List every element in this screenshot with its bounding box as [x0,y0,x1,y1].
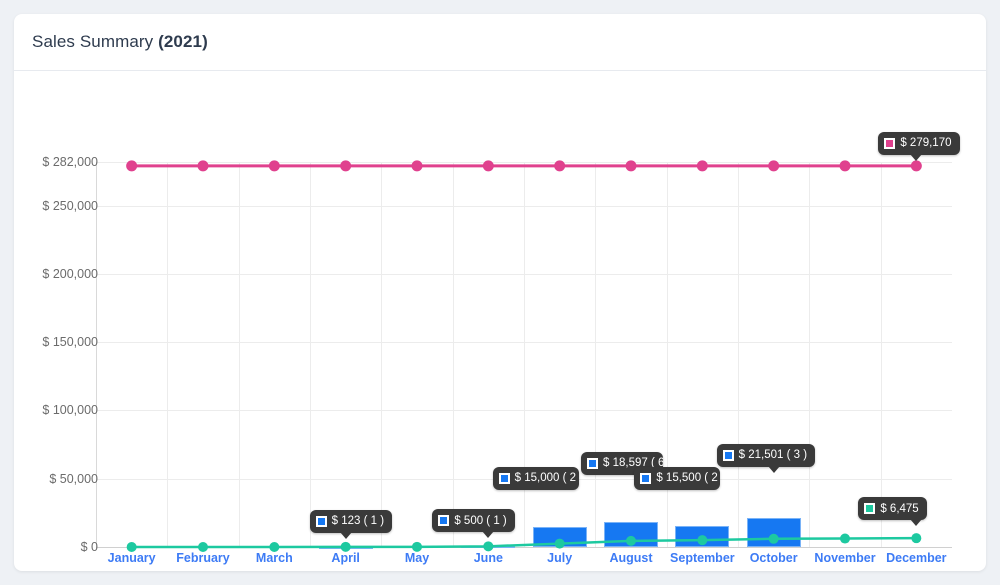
x-axis-tick-label-may[interactable]: May [405,551,429,565]
x-axis-line [96,547,952,548]
tooltip-value-text: $ 500 ( 1 ) [454,514,507,527]
x-axis-tick-label-october[interactable]: October [750,551,798,565]
y-axis-tick-label: $ 100,000 [42,403,98,418]
bar-june[interactable] [461,546,516,549]
vertical-gridline [310,162,311,547]
y-axis-tick-label: $ 0 [80,540,98,554]
y-axis-tick-label: $ 150,000 [42,335,98,350]
bar-july[interactable] [532,526,587,547]
tooltip-color-swatch-icon [722,449,734,461]
tooltip-value-text: $ 15,000 ( 2 [514,472,577,485]
tooltip-pointer-icon [339,531,352,539]
bar-august[interactable] [603,521,659,547]
x-axis-tick-label-june[interactable]: June [474,551,503,565]
chart-title-year: (2021) [158,32,208,51]
tooltip-pointer-icon [482,531,495,539]
tooltip-september-monthly-sales: $ 15,500 ( 2 [634,466,721,490]
y-axis-tick-label: $ 250,000 [42,198,98,213]
data-point[interactable] [840,533,850,544]
bar-october[interactable] [746,517,801,547]
vertical-gridline [809,162,811,547]
tooltip-december-sales-goal: $ 279,170 [878,131,960,161]
tooltip-color-swatch-icon [864,503,876,515]
vertical-gridline [381,162,383,547]
tooltip-value-text: $ 279,170 [900,137,952,150]
tooltip-color-swatch-icon [884,137,896,149]
tooltip-december-average-sales: $ 6,475 [858,497,927,527]
tooltip-pointer-icon [910,153,923,161]
vertical-gridline [238,162,240,547]
vertical-gridline [167,162,169,547]
tooltip-color-swatch-icon [315,515,327,527]
chart-plot-area: $ 0 $ 50,000 $ 100,000 $ 150,000 $ 200,000 $ … [14,71,986,570]
tooltip-april-monthly-sales: $ 123 ( 1 ) [309,509,393,539]
y-axis-line [96,162,97,547]
vertical-gridline [595,162,597,547]
bar-september[interactable] [675,525,730,547]
x-axis-tick-label-september[interactable]: September [670,551,735,565]
x-axis-tick-label-january[interactable]: January [108,551,156,565]
tooltip-pointer-icon [696,488,709,490]
vertical-gridline [880,162,882,547]
vertical-gridline [452,162,454,547]
tooltip-october-monthly-sales: $ 21,501 ( 3 ) [716,443,816,473]
page-title: Sales Summary (2021) [32,32,208,52]
tooltip-pointer-icon [910,519,923,527]
x-axis-tick-label-november[interactable]: November [814,551,875,565]
bar-april[interactable] [318,546,373,549]
y-axis-tick-label: $ 282,000 [42,155,98,169]
tooltip-value-text: $ 15,500 ( 2 [656,472,718,485]
y-axis-tick-label: $ 200,000 [42,266,98,281]
x-axis-tick-label-february[interactable]: February [176,551,230,565]
x-axis-tick-label-march[interactable]: March [256,551,293,565]
data-point[interactable] [911,533,922,544]
x-axis-tick-label-april[interactable]: April [331,551,359,565]
tooltip-color-swatch-icon [587,457,598,469]
chart-title-main: Sales Summary [32,32,159,51]
sales-summary-card: Sales Summary (2021) $ 0 $ 50,000 $ 100,00… [14,14,986,571]
x-axis-tick-label-december[interactable]: December [886,551,946,565]
tooltip-value-text: $ 21,501 ( 3 ) [738,449,808,462]
tooltip-color-swatch-icon [438,515,450,527]
line-series-layer [126,160,922,552]
tooltip-pointer-icon [553,488,566,490]
tooltip-value-text: $ 6,475 [880,502,919,515]
y-axis-tick-label: $ 50,000 [49,471,98,486]
vertical-gridline [738,162,739,547]
tooltip-june-monthly-sales: $ 500 ( 1 ) [432,509,515,539]
x-axis-tick-label-august[interactable]: August [609,551,652,565]
tooltip-pointer-icon [767,465,780,473]
tooltip-july-monthly-sales: $ 15,000 ( 2 [492,466,579,490]
tooltip-color-swatch-icon [498,472,510,484]
x-axis-tick-label-july[interactable]: July [547,551,572,565]
tooltip-value-text: $ 123 ( 1 ) [331,515,385,528]
tooltip-color-swatch-icon [640,472,652,484]
card-header: Sales Summary (2021) [14,14,986,71]
